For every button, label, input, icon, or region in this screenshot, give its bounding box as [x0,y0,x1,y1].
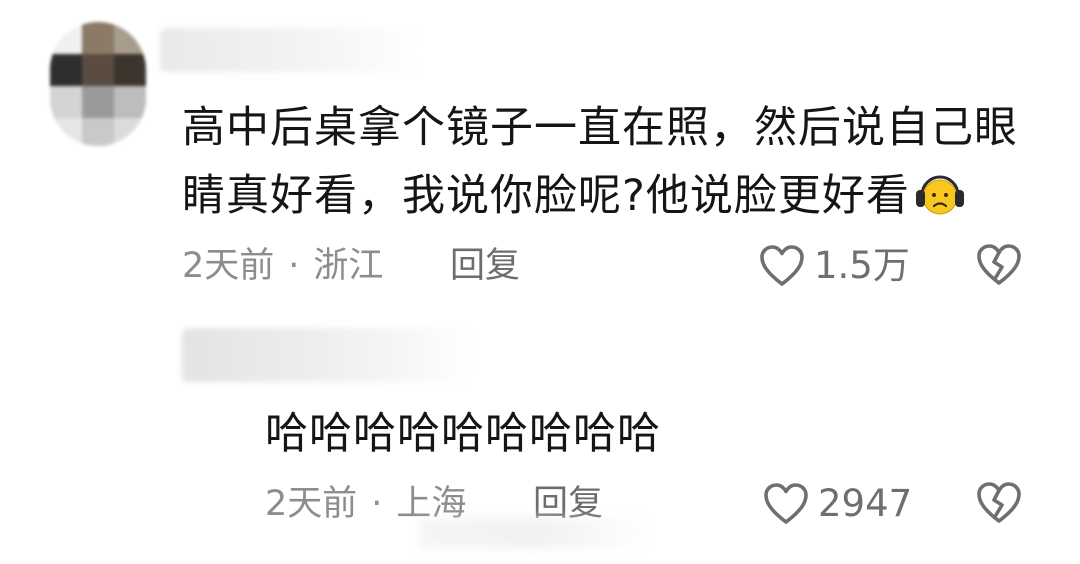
broken-heart-icon[interactable] [975,243,1023,287]
heart-outline-icon [762,482,810,526]
comment-meta: 2天前 · 浙江 [182,244,383,288]
comment-text: 高中后桌拿个镜子一直在照，然后说自己眼睛真好看，我说你脸呢?他说脸更好看 [182,103,1018,221]
comment-time: 2天前 [182,246,275,286]
reply-like-button[interactable]: 2947 [762,482,912,526]
heart-outline-icon [758,244,806,288]
commenter-username-redacted[interactable] [160,28,420,72]
comment-location: 浙江 [313,246,384,286]
broken-heart-icon[interactable] [975,481,1023,525]
comment-like-button[interactable]: 1.5万 [758,244,910,288]
redaction-blur [420,518,650,548]
replier-avatar-username-redacted[interactable] [182,328,472,382]
comment-reply-button[interactable]: 回复 [450,244,520,288]
comment-body: 高中后桌拿个镜子一直在照，然后说自己眼睛真好看，我说你脸呢?他说脸更好看 [182,94,1022,230]
reply-time: 2天前 [265,484,358,524]
like-count: 2947 [818,482,913,525]
meta-separator: · [371,484,383,524]
commenter-avatar[interactable] [50,22,146,146]
meta-separator: · [288,246,300,286]
like-count: 1.5万 [814,244,910,287]
sad-face-headphones-icon [914,171,966,219]
reply-body: 哈哈哈哈哈哈哈哈哈 [265,409,661,459]
